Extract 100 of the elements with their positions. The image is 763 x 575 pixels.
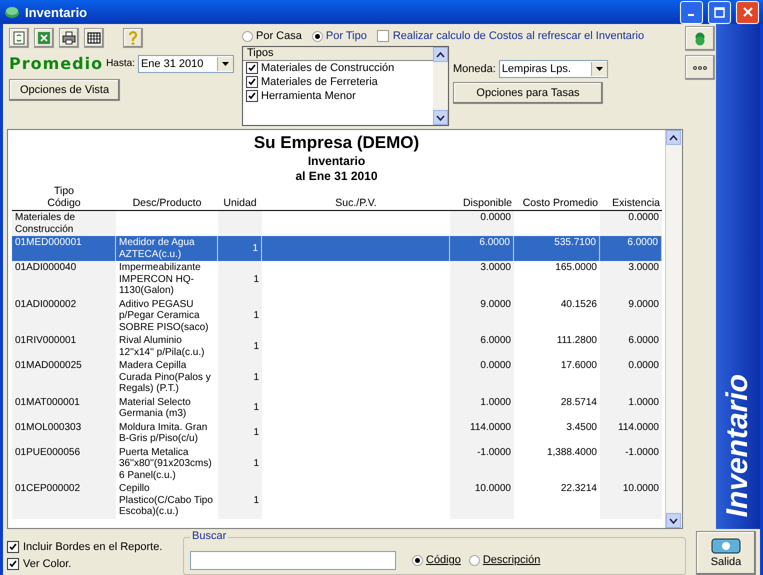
types-list[interactable]: Tipos Materiales de Construcción Materiales de Ferreteria Herramienta Menor xyxy=(242,46,449,126)
table-cell: 1 xyxy=(218,298,262,334)
help-icon[interactable] xyxy=(123,28,143,48)
table-cell-text: Impermeabilizante IMPERCON HQ-1130(Galon) xyxy=(118,261,202,298)
table-cell: 9.0000 xyxy=(600,298,662,334)
table-cell: 01ADI000040 xyxy=(12,261,116,298)
radio-label[interactable]: Por Casa xyxy=(256,30,302,42)
checkbox-label[interactable]: Ver Color. xyxy=(23,558,72,570)
table-cell-text: 17.6000 xyxy=(560,359,598,373)
column-header: Existencia xyxy=(612,197,660,209)
table-cell: 535.7100 xyxy=(514,236,600,261)
checkbox[interactable] xyxy=(376,30,389,42)
table-cell-text: Aditivo PEGASU p/Pegar Ceramica SOBRE PISO(saco) xyxy=(118,298,210,334)
date-label: Hasta: xyxy=(106,58,135,69)
table-cell: -1.0000 xyxy=(600,446,662,482)
checkbox-label[interactable]: Incluir Bordes en el Reporte. xyxy=(23,541,162,553)
scroll-down-icon[interactable] xyxy=(666,513,681,528)
column-header: Disponible xyxy=(462,197,512,209)
table-cell: 6.0000 xyxy=(600,236,662,261)
table-cell: 3.0000 xyxy=(450,261,514,298)
printer-icon[interactable] xyxy=(59,28,79,48)
table-cell-text: 111.2800 xyxy=(556,334,598,348)
table-cell-text: 22.3214 xyxy=(560,482,598,496)
table-cell: 1 xyxy=(218,359,262,396)
table-cell: 01RIV000001 xyxy=(12,334,116,359)
radio-label[interactable]: Código xyxy=(426,554,461,566)
mode-label: Promedio xyxy=(9,54,104,73)
radio-button[interactable] xyxy=(242,30,253,42)
table-cell xyxy=(218,211,262,236)
close-icon[interactable] xyxy=(736,0,759,24)
table-cell: 114.0000 xyxy=(450,420,514,446)
list-header: Tipos xyxy=(243,47,433,61)
minimize-icon[interactable] xyxy=(680,0,703,24)
table-cell-text: Rival Aluminio 12''x14'' p/Pila(c.u.) xyxy=(118,334,206,359)
table-cell-text: 3.4500 xyxy=(565,420,598,434)
report-subtitle: Inventario xyxy=(308,154,366,168)
radio-button[interactable] xyxy=(412,554,423,566)
column-header: Unidad xyxy=(223,197,257,209)
table-cell: 0.0000 xyxy=(600,211,662,236)
more-icon[interactable] xyxy=(684,55,714,80)
scroll-down-icon[interactable] xyxy=(433,110,448,125)
table-cell-text: Material Selecto Germania (m3) xyxy=(118,396,192,420)
currency-label: Moneda: xyxy=(453,63,496,75)
exit-button[interactable]: Salida xyxy=(696,531,756,575)
table-cell: 9.0000 xyxy=(450,298,514,334)
money-icon[interactable] xyxy=(684,26,714,51)
table-cell: 0.0000 xyxy=(450,211,514,236)
radio-button[interactable] xyxy=(312,30,323,42)
group-legend: Buscar xyxy=(190,530,228,542)
table-cell: 1 xyxy=(218,261,262,298)
table-cell: 01ADI000002 xyxy=(12,298,116,334)
table-cell-text: 28.5714 xyxy=(560,396,598,410)
table-cell: 1.0000 xyxy=(600,396,662,420)
radio-label[interactable]: Descripción xyxy=(482,554,540,566)
scroll-up-icon[interactable] xyxy=(666,130,681,145)
column-header: Desc/Producto xyxy=(132,197,202,209)
table-cell: Materiales de Construcción xyxy=(12,211,116,236)
table-cell: 01MAT000001 xyxy=(12,396,116,420)
checkbox-label[interactable]: Realizar calculo de Costos al refrescar el Inventario xyxy=(392,30,644,42)
rates-options-button[interactable]: Opciones para Tasas xyxy=(453,82,603,104)
checkbox[interactable] xyxy=(7,558,19,570)
table-cell: 1 xyxy=(218,420,262,446)
table-cell: 1 xyxy=(218,482,262,518)
scroll-up-icon[interactable] xyxy=(433,47,448,62)
table-cell: 1 xyxy=(218,334,262,359)
column-header: Código xyxy=(47,197,81,209)
currency-dropdown[interactable]: Lempiras Lps. xyxy=(498,60,608,78)
spreadsheet-icon[interactable] xyxy=(34,28,54,48)
report-date: al Ene 31 2010 xyxy=(295,169,378,183)
search-field[interactable] xyxy=(190,550,396,570)
table-cell-text: Madera Cepilla Curada Pino(Palos y Regals) (P.T.) xyxy=(118,359,212,396)
table-cell: 01PUE000056 xyxy=(12,446,116,482)
refresh-icon[interactable] xyxy=(9,28,29,48)
checkbox[interactable] xyxy=(246,62,258,74)
list-item[interactable]: Materiales de Ferreteria xyxy=(261,76,378,88)
maximize-icon[interactable] xyxy=(708,0,731,24)
table-cell: 0.0000 xyxy=(600,359,662,396)
table-cell-text: Cepillo Plastico(C/Cabo Tipo Escoba)(c.u.) xyxy=(118,482,214,518)
checkbox[interactable] xyxy=(246,76,258,88)
table-cell: 3.0000 xyxy=(600,261,662,298)
view-options-button[interactable]: Opciones de Vista xyxy=(9,79,120,101)
date-dropdown[interactable]: Ene 31 2010 xyxy=(138,54,234,72)
list-item[interactable]: Herramienta Menor xyxy=(261,90,356,102)
app-icon xyxy=(4,5,20,19)
table-cell-text: 1,388.4000 xyxy=(546,446,598,460)
column-header: Suc./P.V. xyxy=(335,197,377,209)
column-header: Costo Promedio xyxy=(522,197,598,209)
table-cell-text: 40.1526 xyxy=(560,298,598,312)
table-cell: 01MOL000303 xyxy=(12,420,116,446)
table-cell: 01MED000001 xyxy=(12,236,116,261)
table-cell: 0.0000 xyxy=(450,359,514,396)
checkbox[interactable] xyxy=(246,90,258,102)
table-cell: 6.0000 xyxy=(450,236,514,261)
radio-button[interactable] xyxy=(468,554,480,566)
table-cell: -1.0000 xyxy=(450,446,514,482)
table-icon[interactable] xyxy=(84,28,104,48)
table-cell-text: 165.0000 xyxy=(554,261,598,275)
list-item[interactable]: Materiales de Construcción xyxy=(261,62,394,74)
checkbox[interactable] xyxy=(7,541,19,553)
radio-label[interactable]: Por Tipo xyxy=(326,30,367,42)
